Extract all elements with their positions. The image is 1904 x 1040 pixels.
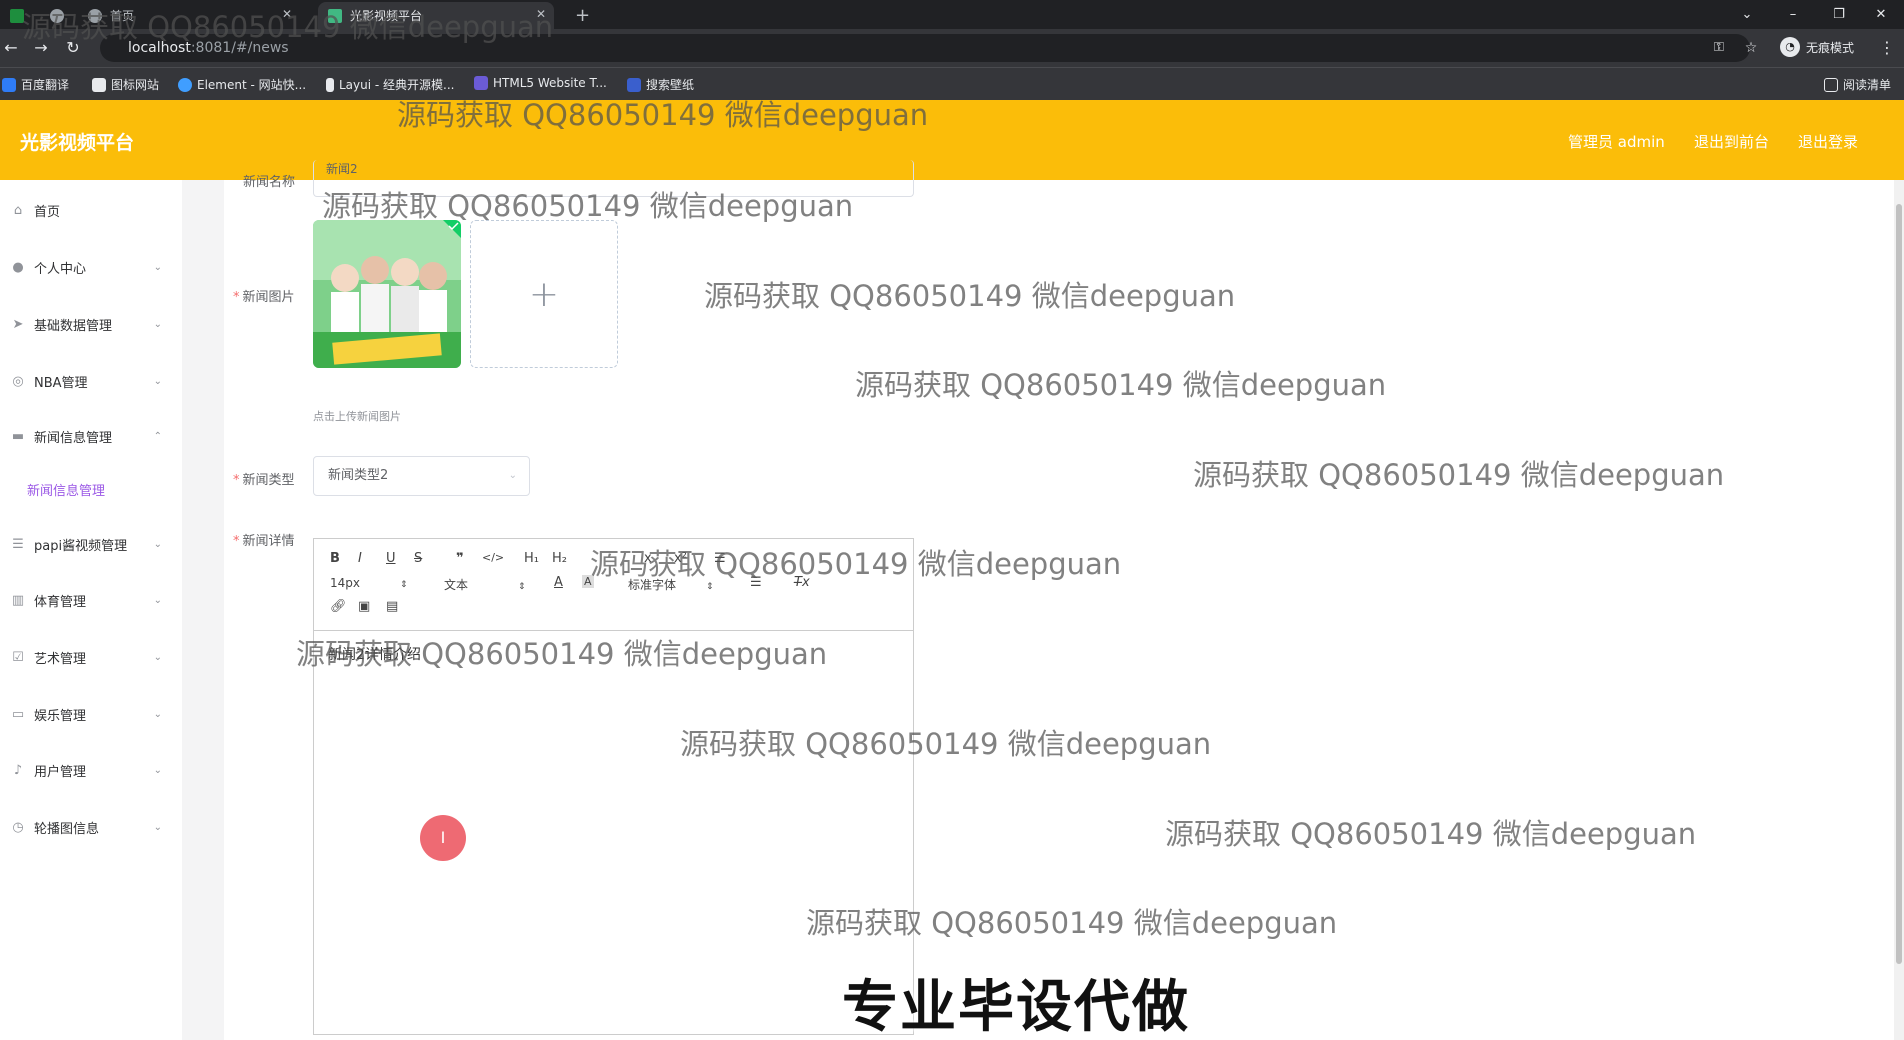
clock-icon: ◷: [12, 819, 24, 835]
bookmark-item[interactable]: 搜索壁纸: [627, 76, 694, 93]
cursor-indicator: I: [420, 815, 466, 861]
sidebar-item-users[interactable]: ♪ 用户管理 ⌄: [0, 750, 182, 790]
bookmark-item[interactable]: HTML5 Website T...: [474, 76, 607, 90]
restore-button[interactable]: ❐: [1816, 0, 1862, 29]
watermark: 源码获取 QQ86050149 微信deepguan: [1193, 458, 1725, 492]
sidebar-item-entertainment[interactable]: ▭ 娱乐管理 ⌄: [0, 694, 182, 734]
sidebar-item-profile[interactable]: ● 个人中心 ⌄: [0, 247, 182, 287]
basketball-icon: ◎: [12, 373, 24, 389]
content-gutter: [182, 180, 224, 1040]
watermark: 源码获取 QQ86050149 微信deepguan: [1165, 817, 1697, 851]
chevron-up-icon: ⌃: [153, 430, 162, 442]
home-icon: ⌂: [13, 202, 23, 218]
bookmark-item[interactable]: 百度翻译: [2, 76, 69, 93]
mic-icon: ♪: [13, 762, 23, 778]
sidebar-item-art[interactable]: ☑ 艺术管理 ⌄: [0, 637, 182, 677]
upload-tip: 点击上传新闻图片: [313, 410, 401, 423]
watermark: 源码获取 QQ86050149 微信deepguan: [680, 727, 1212, 761]
code-icon[interactable]: </>: [482, 551, 504, 564]
watermark: 源码获取 QQ86050149 微信deepguan: [590, 547, 1122, 581]
incognito-badge[interactable]: ◔ 无痕模式: [1780, 37, 1854, 57]
uploaded-image-thumbnail[interactable]: [313, 220, 461, 368]
detail-label: * 新闻详情: [233, 534, 295, 549]
name-label: 新闻名称: [243, 175, 296, 190]
check-icon: ☑: [12, 649, 24, 665]
bold-icon[interactable]: B: [330, 551, 340, 566]
watermark: 源码获取 QQ86050149 微信deepguan: [22, 10, 554, 44]
sidebar-item-basic-data[interactable]: ➤ 基础数据管理 ⌄: [0, 304, 182, 344]
video-icon[interactable]: ▤: [386, 599, 398, 614]
chevron-down-icon: ⌄: [153, 538, 162, 550]
message-icon: ▬: [11, 428, 25, 444]
strike-icon[interactable]: S: [414, 551, 422, 566]
watermark: 源码获取 QQ86050149 微信deepguan: [397, 98, 929, 132]
star-icon[interactable]: ☆: [1740, 37, 1762, 59]
rich-text-editor[interactable]: B I U S ❞ </> H₁ H₂ x x² ☰ 14px ⇕ 文本 ⇕ A A…: [313, 538, 914, 1035]
scrollbar-thumb[interactable]: [1896, 204, 1902, 964]
chevron-down-icon: ⌄: [153, 375, 162, 387]
watermark: 源码获取 QQ86050149 微信deepguan: [855, 368, 1387, 402]
page-scrollbar[interactable]: [1894, 180, 1904, 1040]
watermark: 源码获取 QQ86050149 微信deepguan: [322, 189, 854, 223]
bookmark-item[interactable]: Layui - 经典开源模...: [326, 76, 454, 93]
new-tab-button[interactable]: +: [565, 2, 595, 29]
type-label: * 新闻类型: [233, 473, 295, 488]
chevron-down-icon: ⌄: [153, 708, 162, 720]
submenu-news-management[interactable]: 新闻信息管理: [27, 480, 105, 499]
chevron-down-icon: ⌄: [508, 470, 517, 481]
h1-icon[interactable]: H₁: [524, 551, 539, 566]
sidebar: ⌂ 首页 ● 个人中心 ⌄ ➤ 基础数据管理 ⌄ ◎ NBA管理 ⌄ ▬ 新闻信息管理 ⌃ 新闻信…: [0, 180, 182, 1040]
tab-search-icon[interactable]: ⌄: [1724, 0, 1770, 29]
link-icon[interactable]: 🔗︎: [330, 599, 347, 614]
chat-icon: ▭: [11, 706, 25, 722]
chart-icon: ▥: [11, 592, 25, 608]
overlay-caption: 专业毕设代做: [842, 975, 1190, 1040]
paragraph-select[interactable]: 文本 ⇕: [444, 576, 526, 593]
app-header: 光影视频平台 管理员 admin 退出到前台 退出登录: [0, 100, 1904, 180]
incognito-icon: ◔: [1780, 37, 1800, 57]
news-type-select[interactable]: 新闻类型2 ⌄: [313, 456, 530, 496]
h2-icon[interactable]: H₂: [552, 551, 567, 566]
minimize-button[interactable]: –: [1770, 0, 1816, 29]
news-image: [313, 220, 461, 368]
upload-add-button[interactable]: +: [470, 220, 618, 368]
bookmarks-bar: 百度翻译 图标网站 Element - 网站快... Layui - 经典开源模…: [0, 67, 1904, 100]
watermark: 源码获取 QQ86050149 微信deepguan: [296, 637, 828, 671]
logout-link[interactable]: 退出登录: [1798, 131, 1858, 152]
sidebar-item-news[interactable]: ▬ 新闻信息管理 ⌃: [0, 416, 182, 456]
font-size-select[interactable]: 14px ⇕: [330, 576, 408, 590]
user-label: 管理员 admin: [1568, 133, 1665, 151]
chevron-down-icon: ⌄: [153, 821, 162, 833]
chevron-down-icon: ⌄: [153, 764, 162, 776]
list-icon: ☰: [12, 536, 24, 552]
sidebar-item-nba[interactable]: ◎ NBA管理 ⌄: [0, 361, 182, 401]
menu-icon[interactable]: ⋮: [1876, 37, 1898, 59]
sidebar-item-sports[interactable]: ▥ 体育管理 ⌄: [0, 580, 182, 620]
brand-title: 光影视频平台: [20, 132, 135, 154]
close-window-button[interactable]: ✕: [1858, 0, 1904, 29]
chevron-down-icon: ⌄: [153, 594, 162, 606]
key-icon[interactable]: ⚿: [1708, 37, 1730, 59]
font-color-icon[interactable]: A: [554, 575, 563, 590]
send-icon: ➤: [12, 316, 24, 332]
italic-icon[interactable]: I: [358, 551, 362, 566]
sidebar-item-carousel[interactable]: ◷ 轮播图信息 ⌄: [0, 807, 182, 847]
chevron-down-icon: ⌄: [153, 318, 162, 330]
sidebar-item-home[interactable]: ⌂ 首页: [0, 190, 182, 230]
back-icon[interactable]: ←: [0, 37, 22, 59]
back-to-front-link[interactable]: 退出到前台: [1694, 131, 1769, 152]
chevron-down-icon: ⌄: [153, 651, 162, 663]
chevron-down-icon: ⌄: [153, 261, 162, 273]
watermark: 源码获取 QQ86050149 微信deepguan: [806, 906, 1338, 940]
image-icon[interactable]: ▣: [358, 599, 370, 614]
sidebar-item-papi-video[interactable]: ☰ papi酱视频管理 ⌄: [0, 524, 182, 564]
user-icon: ●: [12, 259, 24, 275]
watermark: 源码获取 QQ86050149 微信deepguan: [704, 279, 1236, 313]
underline-icon[interactable]: U: [386, 551, 396, 566]
reading-list[interactable]: 阅读清单: [1824, 76, 1891, 93]
bookmark-item[interactable]: 图标网站: [92, 76, 159, 93]
image-label: * 新闻图片: [233, 290, 295, 305]
bookmark-item[interactable]: Element - 网站快...: [178, 76, 306, 93]
quote-icon[interactable]: ❞: [456, 551, 464, 566]
